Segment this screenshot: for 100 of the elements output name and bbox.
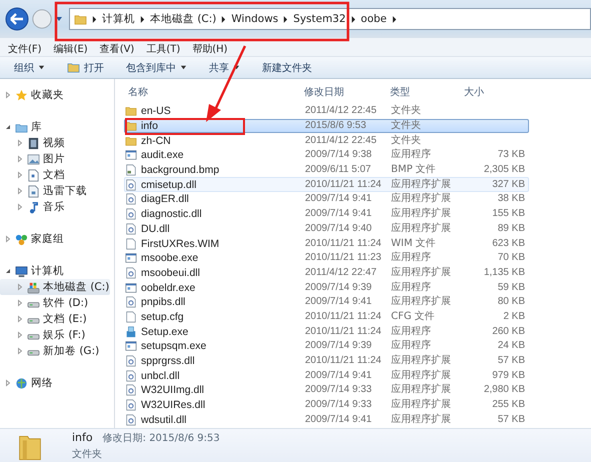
date-cell-text: 2009/7/14 9:41 [305,296,373,308]
size-cell-text: 24 KB [496,340,525,352]
file-row[interactable]: wdsutil.dll 2009/7/14 9:41 应用程序扩展 57 KB [124,412,529,428]
breadcrumb[interactable]: Windows [231,13,278,25]
caret-icon [38,64,45,71]
nav-item[interactable]: 家庭组 [0,231,110,247]
chevron-icon[interactable] [140,16,145,22]
nav-item[interactable]: 软件 (D:) [0,295,110,311]
date-cell-text: 2009/7/14 9:41 [305,208,373,220]
menu-item[interactable]: 文件(F) [8,42,42,56]
file-row[interactable]: W32UIImg.dll 2009/7/14 9:33 应用程序扩展 2,980 KB [124,383,529,398]
chevron-icon[interactable] [283,16,288,22]
nav-item[interactable]: 本地磁盘 (C:) [0,279,110,295]
file-row[interactable]: cmisetup.dll 2010/11/21 11:24 应用程序扩展 327 KB [124,177,529,192]
file-row[interactable]: oobeldr.exe 2009/7/14 9:39 应用程序 59 KB [124,280,529,295]
nav-item[interactable]: 文档 [0,167,110,183]
file-name: W32UIImg.dll [141,384,204,396]
file-row[interactable]: Setup.exe 2010/11/21 11:24 应用程序 260 KB [124,324,529,339]
collapse-arrow-icon[interactable] [4,123,12,131]
toolbar-button[interactable]: 新建文件夹 [258,58,316,76]
file-row[interactable]: spprgrss.dll 2010/11/21 11:24 应用程序扩展 57 KB [124,354,529,368]
expand-arrow-icon[interactable] [4,235,12,243]
file-row[interactable]: FirstUXRes.WIM 2010/11/21 11:24 WIM 文件 623 KB [124,236,529,251]
modified-date: 修改日期: 2015/8/6 9:53 [102,432,220,444]
date-cell-text: 2011/4/12 22:45 [305,134,378,147]
menu-item[interactable]: 编辑(E) [54,42,88,56]
size-cell-text: 80 KB [496,296,525,308]
breadcrumb[interactable]: System32 [293,13,346,25]
type-cell-text: 应用程序扩展 [391,355,452,368]
breadcrumb[interactable]: 本地磁盘 (C:) [150,12,216,26]
file-name: diagnostic.dll [141,208,202,220]
music-note-icon [27,200,40,214]
toolbar-button[interactable]: 共享 [205,58,244,76]
chevron-icon[interactable] [392,16,397,22]
nav-item[interactable]: 视频 [0,135,110,151]
file-row[interactable]: pnpibs.dll 2009/7/14 9:41 应用程序扩展 80 KB [124,294,529,310]
file-row[interactable]: setup.cfg 2010/11/21 11:24 CFG 文件 2 KB [124,310,529,324]
date-cell-text: 2009/7/14 9:41 [305,193,373,206]
nav-item[interactable]: 文档 (E:) [0,311,110,327]
back-button[interactable] [5,7,29,31]
column-header[interactable]: 名称 [124,84,304,98]
nav-item[interactable]: 收藏夹 [0,87,110,103]
file-row[interactable]: diagnostic.dll 2009/7/14 9:41 应用程序扩展 155 KB [124,206,529,222]
file-row[interactable]: zh-CN 2011/4/12 22:45 文件夹 [124,133,529,148]
nav-item[interactable]: 库 [0,119,110,135]
nav-item[interactable]: 图片 [0,151,110,167]
file-name: setup.cfg [141,310,184,323]
chevron-icon[interactable] [350,16,356,22]
nav-item[interactable]: 新加卷 (G:) [0,343,110,359]
column-header[interactable]: 类型 [390,84,464,98]
file-row[interactable]: setupsqm.exe 2009/7/14 9:39 应用程序 24 KB [124,339,529,354]
file-row[interactable]: en-US 2011/4/12 22:45 文件夹 [124,104,529,119]
file-row[interactable]: diagER.dll 2009/7/14 9:41 应用程序扩展 38 KB [124,192,529,207]
column-header[interactable]: 大小 [464,84,524,98]
date-cell-text: 2009/7/14 9:41 [305,414,373,426]
file-name: background.bmp [141,164,220,176]
history-dropdown-icon[interactable] [55,15,63,23]
file-row[interactable]: DU.dll 2009/7/14 9:40 应用程序扩展 89 KB [124,222,529,236]
file-name: msoobeui.dll [141,266,200,279]
breadcrumb[interactable]: oobe [360,13,387,25]
expand-arrow-icon[interactable] [4,91,12,99]
file-row[interactable]: info 2015/8/6 9:53 文件夹 [124,118,529,134]
application-icon [125,252,137,264]
chevron-icon[interactable] [221,16,226,22]
column-header[interactable]: 修改日期 [304,84,390,98]
collapse-arrow-icon[interactable] [4,267,12,275]
chevron-icon[interactable] [92,16,97,22]
drive-icon [27,280,40,294]
nav-item[interactable]: 计算机 [0,263,110,279]
nav-item[interactable]: 音乐 [0,199,110,215]
file-name: cmisetup.dll [141,178,196,191]
type-cell-text: 应用程序扩展 [391,178,452,191]
file-row[interactable]: msoobe.exe 2010/11/21 11:23 应用程序 70 KB [124,250,529,266]
file-row[interactable]: W32UIRes.dll 2009/7/14 9:33 应用程序扩展 255 KB [124,398,529,412]
nav-item[interactable]: 娱乐 (F:) [0,327,110,343]
size-cell-text: 255 KB [491,399,525,412]
type-cell-text: BMP 文件 [391,164,437,176]
date-cell-text: 2009/7/14 9:38 [305,149,373,162]
toolbar-button[interactable]: 组织 [10,58,49,76]
file-name: FirstUXRes.WIM [141,238,220,250]
nav-item[interactable]: 网络 [0,375,110,391]
file-row[interactable]: audit.exe 2009/7/14 9:38 应用程序 73 KB [124,148,529,163]
menu-item[interactable]: 帮助(H) [192,42,228,56]
address-bar[interactable]: 计算机 本地磁盘 (C:) Windows System32 oobe [69,8,591,30]
toolbar-button[interactable]: 打开 [63,58,108,76]
menu-item[interactable]: 查看(V) [100,42,134,56]
date-cell-text: 2010/11/21 11:24 [305,238,382,250]
date-cell-text: 2010/11/21 11:24 [305,178,382,191]
file-row[interactable]: background.bmp 2009/6/11 5:07 BMP 文件 2,305 KB [124,162,529,178]
type-cell-text: 应用程序扩展 [391,384,452,396]
breadcrumb[interactable]: 计算机 [102,12,135,26]
expand-arrow-icon[interactable] [4,379,12,387]
type-cell-text: 应用程序扩展 [391,222,452,235]
nav-item[interactable]: 迅雷下载 [0,183,110,199]
file-row[interactable]: unbcl.dll 2009/7/14 9:41 应用程序扩展 979 KB [124,368,529,384]
file-row[interactable]: msoobeui.dll 2011/4/12 22:47 应用程序扩展 1,135 KB [124,266,529,280]
toolbar-button[interactable]: 包含到库中 [122,58,191,76]
computer-icon [15,264,28,278]
type-cell-text: 文件夹 [391,134,422,147]
menu-item[interactable]: 工具(T) [146,42,180,56]
